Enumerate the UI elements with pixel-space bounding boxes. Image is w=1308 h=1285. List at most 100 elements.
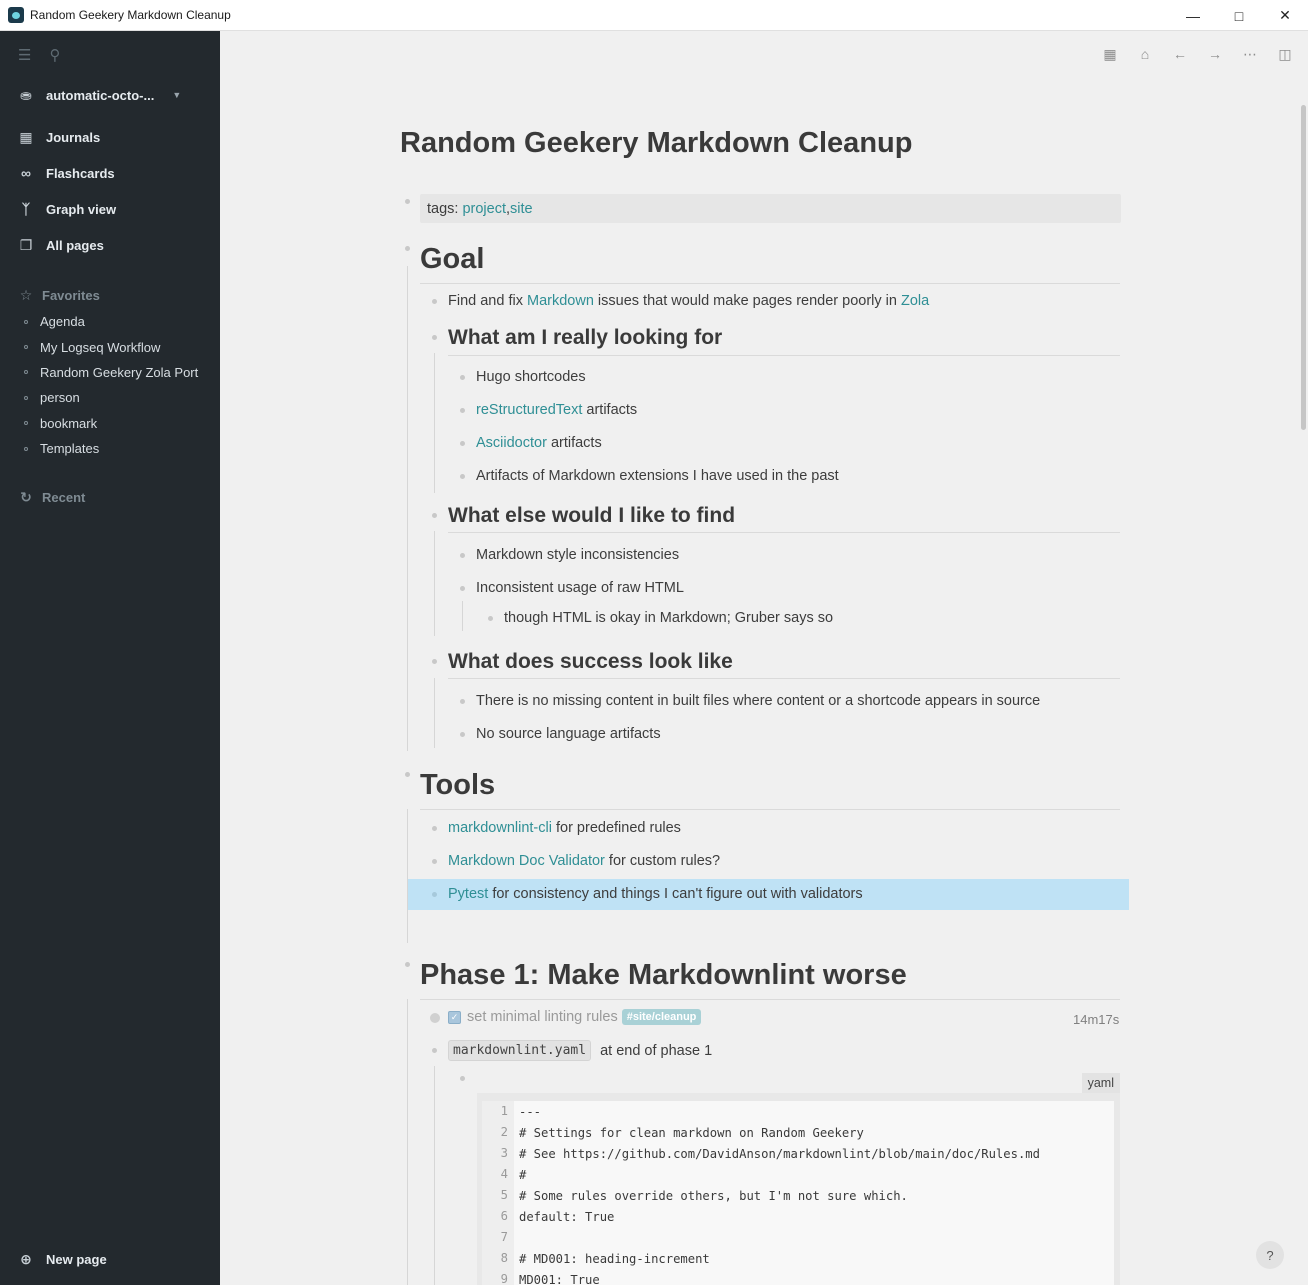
- block-bullet[interactable]: [460, 441, 465, 446]
- heading-tools[interactable]: Tools: [420, 769, 495, 802]
- block-bullet[interactable]: [405, 199, 410, 204]
- block-bullet[interactable]: [460, 375, 465, 380]
- block-bullet[interactable]: [405, 962, 410, 967]
- help-button[interactable]: ?: [1256, 1241, 1284, 1269]
- sidebar-item-label: Journals: [46, 129, 101, 145]
- search-icon[interactable]: ⚲: [49, 46, 60, 64]
- close-icon[interactable]: ✕: [1262, 0, 1308, 31]
- more-icon[interactable]: ⋯: [1241, 45, 1259, 63]
- sidebar-item-flashcards[interactable]: ∞ Flashcards: [0, 155, 220, 191]
- block-bullet[interactable]: [432, 659, 437, 664]
- link-markdown[interactable]: Markdown: [527, 293, 594, 309]
- calendar-icon: ▦: [19, 128, 33, 145]
- maximize-icon[interactable]: □: [1216, 0, 1262, 31]
- block-bullet[interactable]: [432, 892, 437, 897]
- heading-really-looking-for[interactable]: What am I really looking for: [448, 326, 722, 350]
- list-item[interactable]: Asciidoctor artifacts: [476, 435, 602, 451]
- favorite-item[interactable]: Agenda: [0, 309, 220, 334]
- block-bullet[interactable]: [432, 1048, 437, 1053]
- heading-else-to-find[interactable]: What else would I like to find: [448, 504, 735, 528]
- heading-divider: [448, 355, 1120, 356]
- block-bullet[interactable]: [432, 335, 437, 340]
- sidebar-item-graph-view[interactable]: ᛉ Graph view: [0, 191, 220, 227]
- link-zola[interactable]: Zola: [901, 293, 929, 309]
- list-item[interactable]: There is no missing content in built fil…: [476, 693, 1040, 709]
- link-asciidoctor[interactable]: Asciidoctor: [476, 435, 547, 451]
- database-icon: ⛂: [20, 86, 32, 103]
- block-bullet[interactable]: [460, 408, 465, 413]
- code-editor[interactable]: 1 --- 2 # Settings for clean markdown on R…: [482, 1101, 1114, 1285]
- favorite-item[interactable]: Templates: [0, 436, 220, 461]
- favorites-header[interactable]: ☆ Favorites: [0, 283, 220, 307]
- recent-header[interactable]: ↻ Recent: [0, 485, 220, 509]
- block-bullet[interactable]: [460, 553, 465, 558]
- new-page-button[interactable]: ⊕ New page: [18, 1251, 107, 1267]
- favorite-item[interactable]: Random Geekery Zola Port: [0, 360, 220, 385]
- block-bullet[interactable]: [460, 586, 465, 591]
- list-item[interactable]: markdownlint-cli for predefined rules: [448, 820, 681, 836]
- heading-success[interactable]: What does success look like: [448, 650, 733, 674]
- list-item[interactable]: Artifacts of Markdown extensions I have …: [476, 468, 839, 484]
- block-bullet[interactable]: [432, 826, 437, 831]
- scrollbar[interactable]: [1301, 105, 1306, 430]
- block-bullet[interactable]: [432, 299, 437, 304]
- graph-selector[interactable]: ⛂ automatic-octo-... ▼: [0, 81, 220, 109]
- tags-property-block[interactable]: tags: project, site: [420, 194, 1121, 223]
- list-item[interactable]: No source language artifacts: [476, 726, 661, 742]
- menu-icon[interactable]: ☰: [18, 46, 31, 64]
- link-pytest[interactable]: Pytest: [448, 886, 488, 902]
- task-checkbox[interactable]: ✓: [448, 1010, 461, 1024]
- block-bullet[interactable]: [432, 513, 437, 518]
- minimize-icon[interactable]: —: [1170, 0, 1216, 31]
- code-block[interactable]: yaml 1 --- 2 # Settings for clean markdown…: [477, 1073, 1120, 1285]
- favorite-item[interactable]: person: [0, 385, 220, 410]
- list-item[interactable]: Markdown Doc Validator for custom rules?: [448, 853, 720, 869]
- list-item[interactable]: Hugo shortcodes: [476, 369, 586, 385]
- line-number: 3: [482, 1143, 514, 1164]
- block-bullet[interactable]: [460, 1076, 465, 1081]
- line-text: ---: [519, 1104, 542, 1119]
- code-line: 2 # Settings for clean markdown on Random…: [482, 1122, 1114, 1143]
- tag-link-project[interactable]: project: [462, 201, 506, 217]
- heading-phase-1[interactable]: Phase 1: Make Markdownlint worse: [420, 959, 907, 992]
- line-number: 6: [482, 1206, 514, 1227]
- back-arrow-icon[interactable]: ←: [1171, 45, 1189, 63]
- tag-link-site[interactable]: site: [510, 201, 533, 217]
- list-item[interactable]: though HTML is okay in Markdown; Gruber …: [504, 610, 833, 626]
- goal-description-block[interactable]: Find and fix Markdown issues that would …: [448, 293, 929, 309]
- block-bullet[interactable]: [405, 772, 410, 777]
- heading-goal[interactable]: Goal: [420, 243, 484, 276]
- home-icon[interactable]: ⌂: [1136, 45, 1154, 63]
- sidebar-item-all-pages[interactable]: ❐ All pages: [0, 227, 220, 263]
- right-sidebar-toggle-icon[interactable]: ◫: [1276, 45, 1294, 63]
- block-bullet[interactable]: [460, 474, 465, 479]
- list-item[interactable]: markdownlint.yaml at end of phase 1: [448, 1040, 712, 1061]
- favorite-item[interactable]: My Logseq Workflow: [0, 334, 220, 359]
- heading-divider: [448, 678, 1120, 679]
- link-restructuredtext[interactable]: reStructuredText: [476, 402, 582, 418]
- recent-label: Recent: [42, 489, 86, 505]
- list-item[interactable]: reStructuredText artifacts: [476, 402, 637, 418]
- block-bullet[interactable]: [432, 859, 437, 864]
- task-block[interactable]: ✓ set minimal linting rules #site/cleanu…: [448, 1009, 702, 1025]
- task-bullet[interactable]: [430, 1013, 440, 1023]
- favorite-item[interactable]: bookmark: [0, 411, 220, 436]
- block-bullet[interactable]: [460, 699, 465, 704]
- line-text: MD001: True: [519, 1272, 600, 1285]
- tag-site-cleanup[interactable]: #site/cleanup: [621, 1009, 702, 1025]
- block-guide-line: [434, 531, 435, 636]
- code-line: 9 MD001: True: [482, 1269, 1114, 1285]
- link-markdown-doc-validator[interactable]: Markdown Doc Validator: [448, 853, 605, 869]
- block-bullet[interactable]: [460, 732, 465, 737]
- link-markdownlint-cli[interactable]: markdownlint-cli: [448, 820, 552, 836]
- code-line: 5 # Some rules override others, but I'm n…: [482, 1185, 1114, 1206]
- page-title[interactable]: Random Geekery Markdown Cleanup: [400, 127, 912, 160]
- list-item-selected[interactable]: Pytest for consistency and things I can'…: [448, 886, 863, 902]
- block-bullet[interactable]: [405, 246, 410, 251]
- block-bullet[interactable]: [488, 616, 493, 621]
- forward-arrow-icon[interactable]: →: [1206, 45, 1224, 63]
- list-item[interactable]: Inconsistent usage of raw HTML: [476, 580, 684, 596]
- calendar-icon[interactable]: ▦: [1101, 45, 1119, 63]
- sidebar-item-journals[interactable]: ▦ Journals: [0, 119, 220, 155]
- list-item[interactable]: Markdown style inconsistencies: [476, 547, 679, 563]
